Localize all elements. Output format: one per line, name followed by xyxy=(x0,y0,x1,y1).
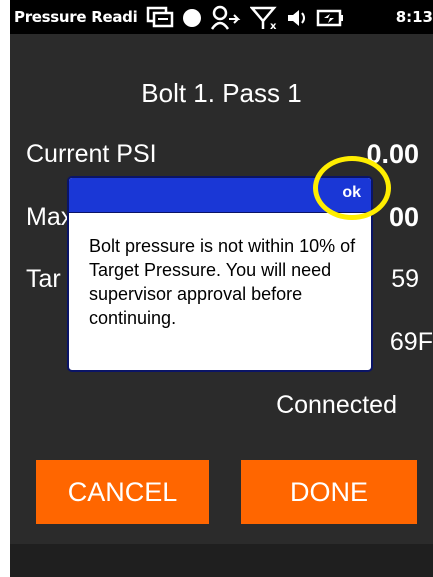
person-sync-icon xyxy=(210,5,241,30)
max-value: 00 xyxy=(388,202,419,232)
temperature-value: 69F xyxy=(389,328,433,356)
clock[interactable]: 8:13 xyxy=(396,8,433,26)
no-signal-icon: x xyxy=(250,6,277,31)
dialog-message: Bolt pressure is not within 10% of Targe… xyxy=(89,236,356,328)
cancel-button[interactable]: CANCEL xyxy=(36,460,209,524)
status-bar: Pressure Readi x 8:13 xyxy=(10,0,433,34)
battery-icon xyxy=(316,9,343,27)
connection-status: Connected xyxy=(276,391,397,419)
svg-text:x: x xyxy=(270,21,277,31)
target-value: 59 xyxy=(391,265,419,293)
alert-dialog: ok Bolt pressure is not within 10% of Ta… xyxy=(67,176,373,372)
volume-icon xyxy=(288,10,305,26)
done-button[interactable]: DONE xyxy=(241,460,417,524)
current-psi-value: 0.00 xyxy=(366,139,419,169)
ok-button[interactable]: ok xyxy=(342,184,361,202)
record-icon xyxy=(183,9,201,27)
dialog-header: ok xyxy=(69,178,371,213)
current-psi-label: Current PSI xyxy=(26,140,157,168)
screen-title: Bolt 1. Pass 1 xyxy=(141,78,302,108)
target-label: Tar xyxy=(26,265,61,293)
bottom-bar xyxy=(10,544,433,577)
sync-icon xyxy=(146,6,174,28)
app-title[interactable]: Pressure Readi xyxy=(14,8,144,26)
